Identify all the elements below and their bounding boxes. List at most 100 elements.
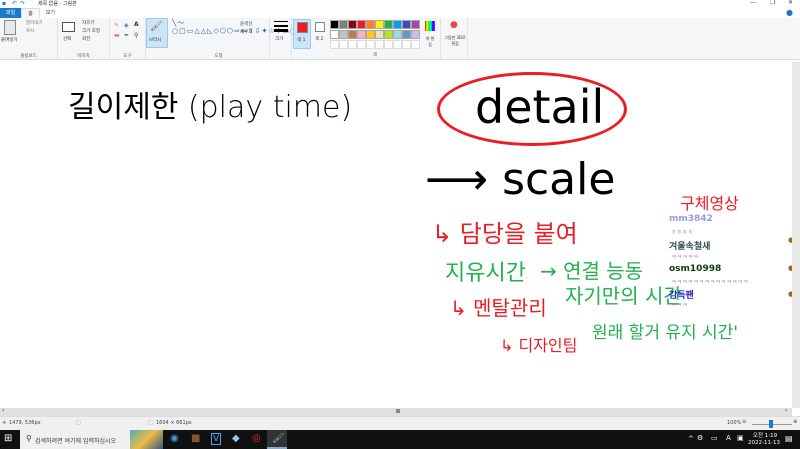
color-swatch[interactable] [348,40,357,49]
color-swatch[interactable] [366,40,375,49]
color-swatch[interactable] [384,30,393,39]
color-swatch[interactable] [339,20,348,29]
group-label: 도구 [123,54,132,59]
drawing-canvas[interactable]: 길이제한 (play time) detail ⟶ scale 구체영상 ↳ 담… [0,62,794,408]
resize-button[interactable]: 크기 조정 [82,28,100,34]
color-swatch[interactable] [393,20,402,29]
vertical-scrollbar[interactable] [792,62,800,408]
vegas-icon[interactable]: V [211,433,222,445]
keyboard-icon[interactable]: ▭ [711,434,718,442]
clock-date[interactable]: 2022-11-13 [746,440,782,446]
tab-view[interactable]: 보기 [40,8,61,18]
help-icon[interactable]: ● [786,8,793,17]
note-mental: ↳ 멘탈관리 [450,296,547,320]
color-swatch[interactable] [366,30,375,39]
notification-icon[interactable]: ▤ [785,434,793,443]
network-icon[interactable]: ⚙ [697,434,703,442]
ime-mode-icon[interactable]: ▣ [737,434,744,442]
color-swatch[interactable] [384,20,393,29]
color-swatch[interactable] [366,20,375,29]
redo-icon[interactable]: ↷ [20,0,25,7]
scroll-left-icon[interactable]: ‹ [2,407,4,414]
tab-file[interactable]: 파일 [0,8,22,18]
cut-button[interactable]: 잘라내기 [26,20,43,26]
color-swatch[interactable] [411,20,420,29]
color-swatch[interactable] [411,40,420,49]
fill-icon[interactable]: ◈ [124,22,129,29]
eraser-icon[interactable]: ▬ [114,32,120,39]
ime-indicator[interactable]: A [726,434,731,442]
size-button[interactable]: 크기 [270,18,292,60]
start-button[interactable]: ⊞ [4,433,12,444]
rotate-button[interactable]: 회전 [82,36,90,42]
size-label: 크기 [275,37,284,42]
brushes-button[interactable]: 🖌 브러시 [146,18,168,48]
color-swatch[interactable] [384,40,393,49]
color-swatch[interactable] [339,30,348,39]
edit-colors-button[interactable]: 색 편집 [423,19,437,49]
color-swatch[interactable] [375,40,384,49]
color-swatch[interactable] [348,20,357,29]
copy-button[interactable]: 복사 [26,28,34,34]
undo-icon[interactable]: ↶ [12,0,17,7]
color2-button[interactable]: 색 2 [313,19,329,49]
pencil-icon[interactable]: ✎ [114,22,119,29]
color-swatch[interactable] [402,40,411,49]
color-swatch[interactable] [393,30,402,39]
text-icon[interactable]: A [134,21,139,28]
color-swatch[interactable] [330,20,339,29]
status-bar: ✛ 1479, 536px ⬚ ⬚ 1604 × 661px 100% ⊖ ⊕ [0,416,800,430]
color-swatch[interactable] [402,30,411,39]
color-swatch[interactable] [402,20,411,29]
paint3d-button[interactable]: ● 그림판 3D로 편집 [440,18,468,60]
color-picker-icon[interactable]: ✒ [124,32,129,39]
crop-button[interactable]: 자르기 [82,20,94,26]
color-swatch[interactable] [339,40,348,49]
zoom-out-button[interactable]: ⊖ [742,419,746,425]
close-button[interactable]: ✕ [788,0,793,6]
horizontal-scrollbar[interactable]: ‹ › [0,407,792,416]
color-swatch[interactable] [357,40,366,49]
search-icon: ⚲ [26,434,32,443]
chat-user: osm10998 [669,264,722,274]
tray-chevron-icon[interactable]: ^ [688,435,694,443]
color-swatch[interactable] [357,20,366,29]
paste-button[interactable]: 붙여넣기 [1,37,18,43]
app-icon[interactable]: ◆ [232,433,240,444]
zoom-slider-thumb[interactable] [769,420,773,428]
chrome-icon[interactable]: ◎ [252,433,261,444]
color-swatch[interactable] [330,30,339,39]
color-swatch[interactable] [330,40,339,49]
paint-taskbar-button[interactable]: 🖌 [267,430,287,449]
scroll-thumb[interactable] [396,409,400,413]
minimize-button[interactable]: — [750,0,756,6]
clock-time[interactable]: 오전 1:19 [750,431,780,439]
color-swatch[interactable] [411,30,420,39]
shapes-gallery[interactable]: ╲〜○□▭△△◺◇⬠⬡⇨⇦⇧⇩✦☆✡▭◯▢ [172,19,306,35]
color-swatch[interactable] [393,40,402,49]
maximize-button[interactable]: ❐ [770,0,775,6]
title-bar: ▪ ↶ ↷ 제목 없음 - 그림판 — ❐ ✕ [0,0,800,8]
search-box[interactable]: ⚲ 검색하려면 여기에 입력하십시오 [20,430,163,449]
color1-button[interactable]: 색 1 [293,19,311,49]
select-button[interactable]: 선택 [63,36,71,42]
tab-home[interactable]: 홈 [21,8,40,18]
color-swatch[interactable] [375,20,384,29]
minecraft-icon[interactable]: ■ [191,433,200,444]
canvas-size-icon: ⬚ [148,420,153,426]
edge-icon[interactable]: ◉ [170,433,179,444]
color-swatch[interactable] [348,30,357,39]
image-group: 선택 자르기 크기 조정 회전 이미지 [58,18,110,60]
fill-button[interactable]: 채우기 [240,29,252,35]
color-swatch[interactable] [375,30,384,39]
zoom-level: 100% [727,420,742,426]
color-palette [330,19,420,53]
outline-button[interactable]: 윤곽선 [240,21,252,27]
note-assign: ↳ 담당을 붙여 [432,220,578,248]
save-icon[interactable]: ▪ [2,0,6,7]
chat-user: 겨울속철새 [669,242,711,252]
zoom-in-button[interactable]: ⊕ [793,419,797,425]
magnifier-icon[interactable]: ⚲ [134,32,138,39]
color-swatch[interactable] [357,30,366,39]
scroll-right-icon[interactable]: › [785,407,787,414]
